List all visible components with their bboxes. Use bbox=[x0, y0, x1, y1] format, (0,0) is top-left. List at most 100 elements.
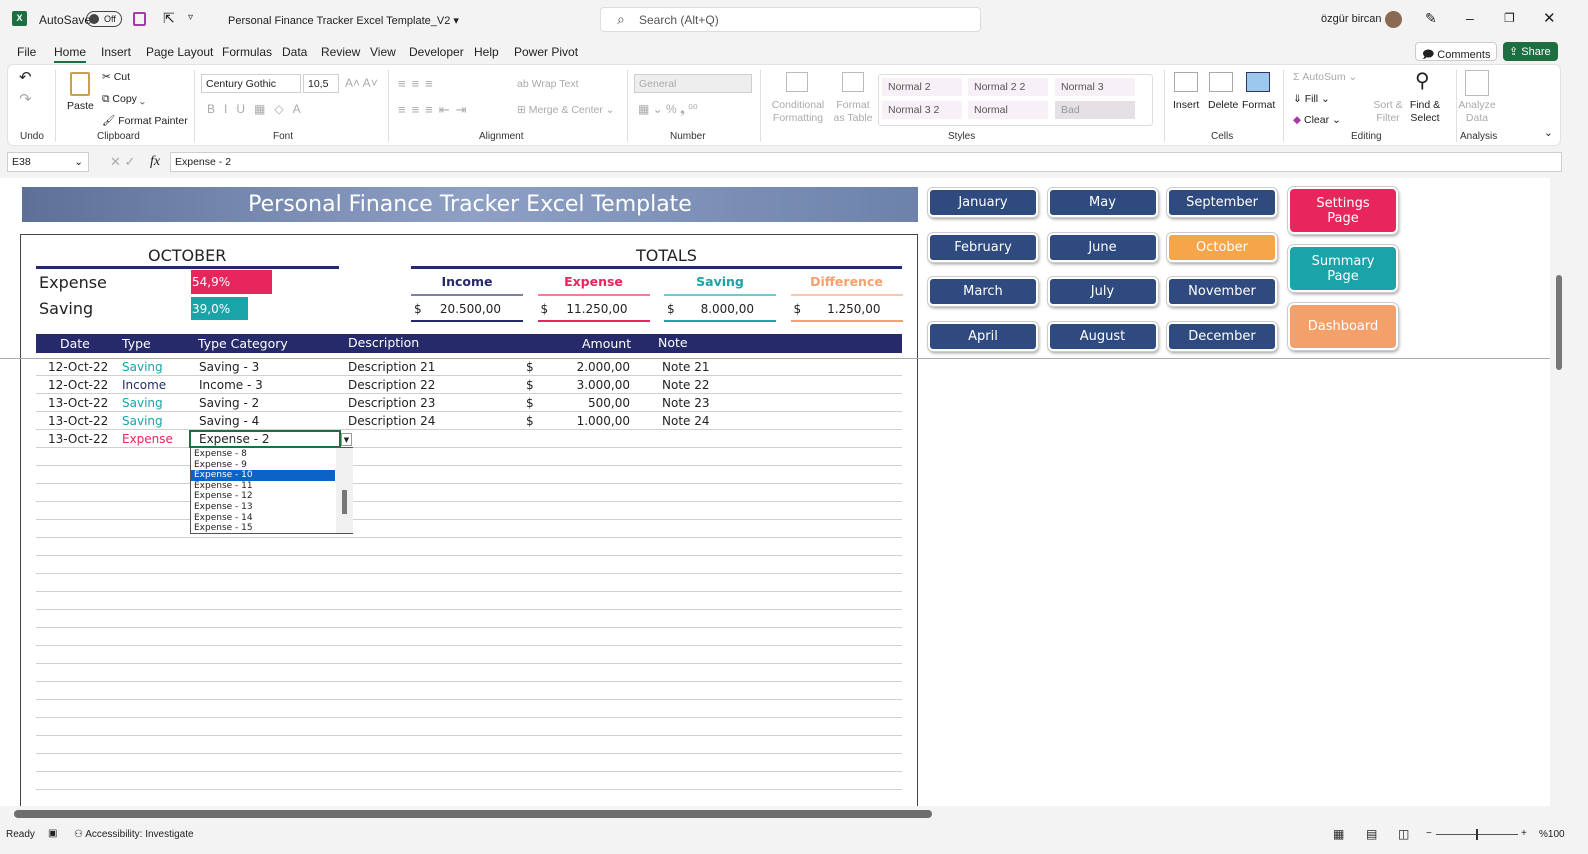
autosum-button[interactable]: Σ AutoSum ⌄ bbox=[1293, 71, 1357, 83]
tab-review[interactable]: Review bbox=[321, 45, 360, 59]
dropdown-option[interactable]: Expense - 11 bbox=[191, 481, 335, 492]
col-type-category[interactable]: Type Category bbox=[198, 336, 288, 351]
font-name-select[interactable]: Century Gothic bbox=[201, 74, 301, 93]
cell-date[interactable]: 12-Oct-22 bbox=[48, 360, 108, 374]
style-normal-3-2[interactable]: Normal 3 2 bbox=[882, 101, 962, 119]
table-row[interactable] bbox=[36, 736, 902, 754]
table-row[interactable]: 12-Oct-22 Income Income - 3 Description … bbox=[36, 376, 902, 394]
cell-type-category[interactable]: Saving - 3 bbox=[199, 360, 259, 374]
tab-developer[interactable]: Developer bbox=[409, 45, 464, 59]
fill-button[interactable]: ⇓ Fill ⌄ bbox=[1293, 93, 1330, 105]
table-row[interactable] bbox=[36, 574, 902, 592]
style-normal-2-2[interactable]: Normal 2 2 bbox=[968, 78, 1048, 96]
restore-icon[interactable]: ❐ bbox=[1504, 11, 1515, 25]
user-name[interactable]: özgür bircan bbox=[1321, 13, 1382, 25]
paste-button[interactable]: Paste bbox=[67, 100, 94, 112]
accessibility-button[interactable]: ⚇ Accessibility: Investigate bbox=[74, 829, 194, 840]
table-row[interactable] bbox=[36, 610, 902, 628]
close-icon[interactable]: ✕ bbox=[1543, 9, 1556, 27]
cell-amount[interactable]: 2.000,00 bbox=[577, 360, 630, 374]
find-select-button[interactable]: Find & Select bbox=[1406, 99, 1444, 125]
dropdown-option[interactable]: Expense - 14 bbox=[191, 513, 335, 524]
cell-date[interactable]: 12-Oct-22 bbox=[48, 378, 108, 392]
dropdown-option[interactable]: Expense - 15 bbox=[191, 523, 335, 534]
table-row[interactable] bbox=[36, 682, 902, 700]
insert-function-button[interactable]: fx bbox=[150, 154, 160, 170]
month-button-september[interactable]: September bbox=[1167, 188, 1277, 217]
table-row[interactable] bbox=[36, 664, 902, 682]
share-button[interactable]: ⇪ Share bbox=[1503, 42, 1558, 61]
table-row[interactable]: 13-Oct-22 Expense Expense - 2 bbox=[36, 430, 902, 448]
dropdown-option[interactable]: Expense - 10 bbox=[191, 470, 335, 481]
cell-description[interactable]: Description 21 bbox=[348, 360, 435, 374]
month-button-march[interactable]: March bbox=[928, 277, 1038, 306]
cell-date[interactable]: 13-Oct-22 bbox=[48, 414, 108, 428]
delete-cells-icon[interactable] bbox=[1209, 72, 1233, 92]
table-row[interactable] bbox=[36, 520, 902, 538]
tab-formulas[interactable]: Formulas bbox=[222, 45, 272, 59]
dropdown-option[interactable]: Expense - 8 bbox=[191, 449, 335, 460]
month-button-may[interactable]: May bbox=[1047, 188, 1158, 217]
table-row[interactable] bbox=[36, 772, 902, 790]
cell-amount[interactable]: 1.000,00 bbox=[577, 414, 630, 428]
month-button-february[interactable]: February bbox=[928, 232, 1038, 262]
page-break-view-icon[interactable]: ◫ bbox=[1398, 827, 1409, 841]
month-button-august[interactable]: August bbox=[1047, 321, 1158, 351]
total-value-cell[interactable]: $11.250,00 bbox=[537, 300, 650, 322]
pen-icon[interactable]: ✎ bbox=[1425, 10, 1437, 27]
font-grow-icon[interactable]: A˄ A˅ bbox=[345, 76, 378, 90]
total-value-cell[interactable]: $20.500,00 bbox=[411, 300, 523, 322]
cell-type-category[interactable]: Income - 3 bbox=[199, 378, 263, 392]
table-row[interactable] bbox=[36, 448, 902, 466]
table-row[interactable]: 13-Oct-22 Saving Saving - 2 Description … bbox=[36, 394, 902, 412]
collapse-ribbon-icon[interactable]: ⌄ bbox=[1544, 127, 1553, 139]
analyze-data-icon[interactable] bbox=[1465, 70, 1489, 96]
horizontal-scrollbar[interactable] bbox=[0, 806, 1552, 822]
tab-home[interactable]: Home bbox=[54, 45, 87, 63]
cell-date[interactable]: 13-Oct-22 bbox=[48, 396, 108, 410]
font-format-icons[interactable]: BIU▦◇A bbox=[207, 102, 310, 116]
table-row[interactable] bbox=[36, 502, 902, 520]
format-as-table-icon[interactable] bbox=[842, 72, 864, 92]
tab-data[interactable]: Data bbox=[282, 45, 307, 59]
number-format-select[interactable]: General bbox=[634, 74, 752, 93]
redo-icon[interactable]: ↷ bbox=[19, 90, 32, 108]
month-button-december[interactable]: December bbox=[1167, 321, 1277, 351]
col-note[interactable]: Note bbox=[658, 335, 688, 350]
cell-type[interactable]: Income bbox=[122, 378, 166, 392]
table-row[interactable]: 12-Oct-22 Saving Saving - 3 Description … bbox=[36, 358, 902, 376]
month-button-april[interactable]: April bbox=[928, 321, 1038, 351]
copy-button[interactable]: ⧉ Copy ⌄ bbox=[102, 93, 145, 106]
tab-file[interactable]: File bbox=[17, 45, 36, 59]
tab-help[interactable]: Help bbox=[474, 45, 499, 59]
vertical-scroll-thumb[interactable] bbox=[1556, 275, 1562, 370]
active-cell[interactable] bbox=[189, 430, 341, 448]
cell-amount[interactable]: 3.000,00 bbox=[577, 378, 630, 392]
dropdown-option[interactable]: Expense - 12 bbox=[191, 491, 335, 502]
month-button-january[interactable]: January bbox=[928, 188, 1038, 217]
clear-button[interactable]: ◆ Clear ⌄ bbox=[1293, 114, 1341, 126]
conditional-formatting-button[interactable]: Conditional Formatting bbox=[768, 99, 828, 125]
merge-center-button[interactable]: ⊞ Merge & Center ⌄ bbox=[517, 104, 615, 116]
wrap-text-button[interactable]: ab Wrap Text bbox=[517, 78, 579, 90]
table-row[interactable] bbox=[36, 790, 902, 806]
dropdown-option[interactable]: Expense - 13 bbox=[191, 502, 335, 513]
conditional-formatting-icon[interactable] bbox=[786, 72, 808, 92]
month-button-june[interactable]: June bbox=[1047, 232, 1158, 262]
normal-view-icon[interactable]: ▦ bbox=[1333, 827, 1344, 841]
cut-button[interactable]: ✂ Cut bbox=[102, 71, 130, 83]
touch-mode-icon[interactable]: ⇱ bbox=[163, 10, 175, 27]
zoom-level[interactable]: %100 bbox=[1539, 829, 1565, 840]
table-row[interactable] bbox=[36, 646, 902, 664]
table-row[interactable]: 13-Oct-22 Saving Saving - 4 Description … bbox=[36, 412, 902, 430]
cell-type[interactable]: Expense bbox=[122, 432, 173, 446]
format-cells-icon[interactable] bbox=[1246, 72, 1270, 92]
zoom-slider-thumb[interactable] bbox=[1476, 829, 1478, 840]
worksheet[interactable]: Personal Finance Tracker Excel Template … bbox=[0, 178, 1550, 806]
cell-amount[interactable]: 500,00 bbox=[588, 396, 630, 410]
customize-toolbar-icon[interactable]: ▿ bbox=[188, 12, 193, 23]
month-button-july[interactable]: July bbox=[1047, 277, 1158, 306]
number-format-icons[interactable]: ▦ ⌄ % ❟ ⁰⁰ bbox=[638, 102, 698, 117]
autosave-toggle[interactable]: Off bbox=[86, 11, 122, 27]
dropdown-option[interactable]: Expense - 9 bbox=[191, 460, 335, 471]
